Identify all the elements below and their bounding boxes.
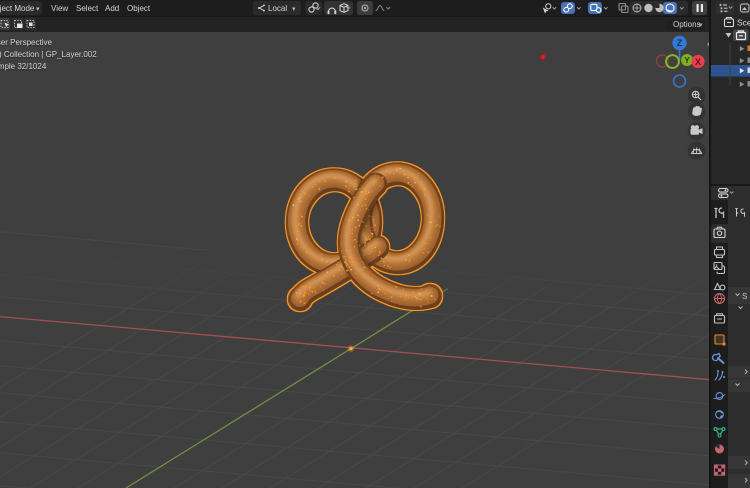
svg-text:S: S [742,292,747,301]
svg-text:X: X [695,57,701,67]
svg-text:Y: Y [684,56,690,65]
svg-text:Z: Z [677,38,683,48]
